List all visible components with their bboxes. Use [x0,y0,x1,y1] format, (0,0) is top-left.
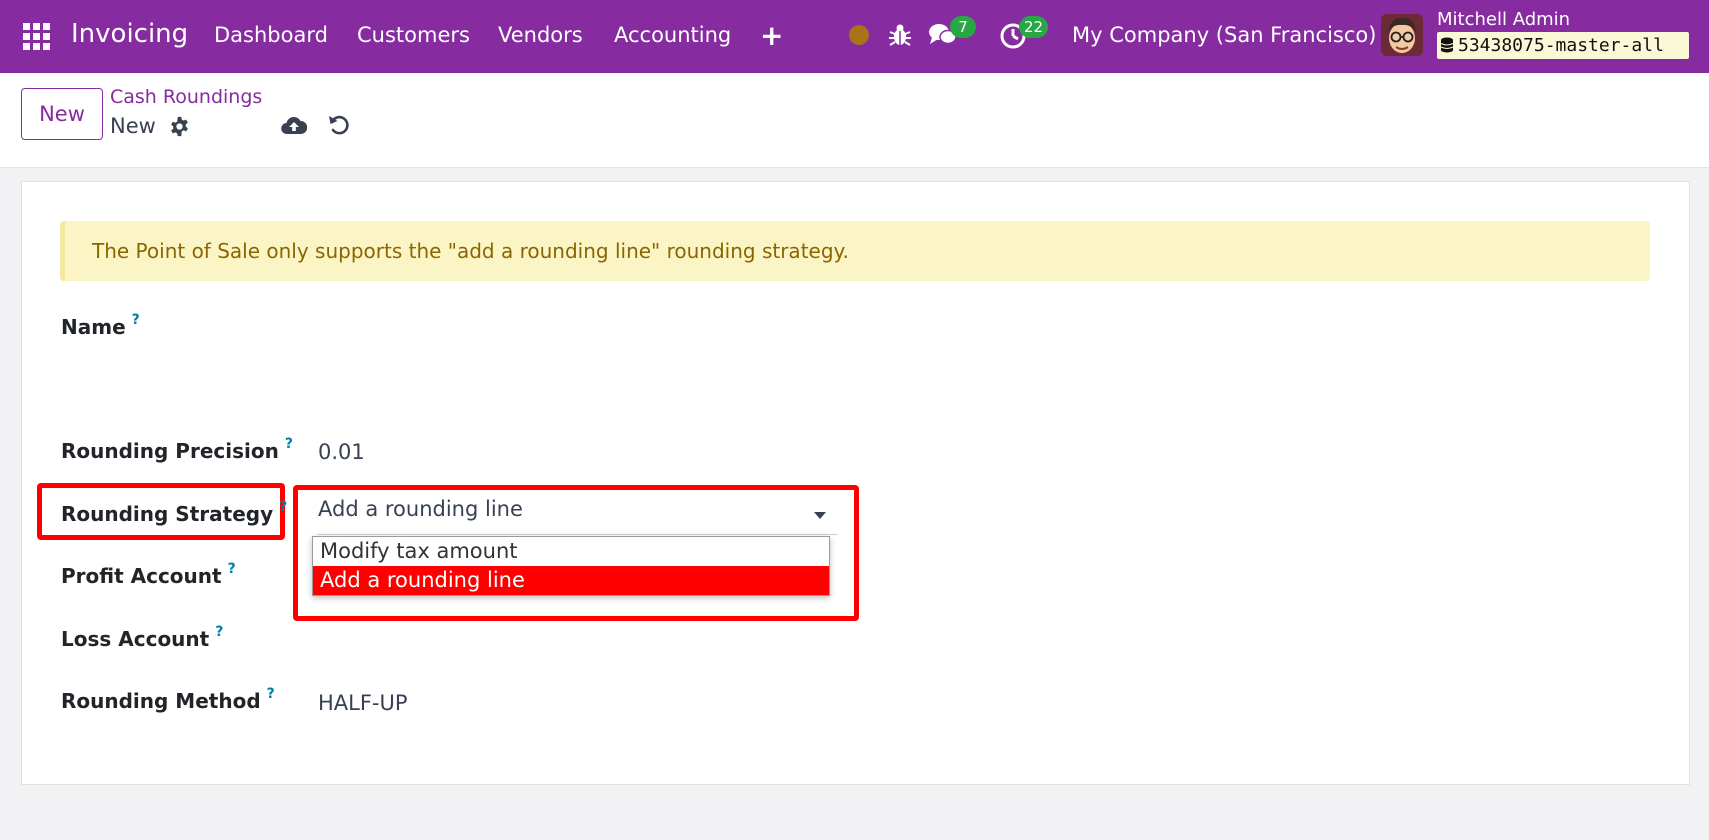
caret-down-icon[interactable] [814,512,826,519]
loss-account-label: Loss Account? [61,624,223,651]
rounding-strategy-label-text: Rounding Strategy [61,502,274,526]
user-avatar[interactable] [1381,14,1423,56]
new-button[interactable]: New [21,88,103,140]
activities-badge: 22 [1019,16,1049,38]
plus-icon[interactable]: + [760,19,783,52]
rounding-method-label: Rounding Method? [61,686,275,713]
bug-icon[interactable] [888,22,912,48]
rounding-method-select[interactable]: HALF-UP [318,691,408,715]
status-dot[interactable] [849,25,869,45]
database-tag: 53438075-master-all [1437,32,1689,59]
company-switcher[interactable]: My Company (San Francisco) [1072,23,1376,47]
help-icon[interactable]: ? [285,436,293,452]
help-icon[interactable]: ? [267,686,275,702]
rounding-precision-input[interactable]: 0.01 [318,440,365,464]
help-icon[interactable]: ? [215,624,223,640]
apps-grid-icon[interactable] [23,23,51,51]
breadcrumb-current-record: New [110,114,156,138]
help-icon[interactable]: ? [279,499,287,515]
nav-item-vendors[interactable]: Vendors [498,23,583,47]
cloud-upload-icon[interactable] [281,114,307,136]
rounding-precision-label-text: Rounding Precision [61,439,279,463]
database-name: 53438075-master-all [1458,35,1664,56]
rounding-precision-label: Rounding Precision? [61,436,293,463]
user-name[interactable]: Mitchell Admin [1437,9,1570,30]
option-modify-tax-amount[interactable]: Modify tax amount [313,537,829,566]
option-add-rounding-line[interactable]: Add a rounding line [313,566,829,595]
help-icon[interactable]: ? [132,312,140,328]
loss-account-label-text: Loss Account [61,627,210,651]
messages-badge: 7 [950,16,976,38]
rounding-strategy-select[interactable]: Add a rounding line [318,497,838,535]
profit-account-label: Profit Account? [61,561,236,588]
gear-icon[interactable] [169,116,190,137]
rounding-strategy-selected-value: Add a rounding line [318,497,523,521]
rounding-strategy-label: Rounding Strategy? [61,499,287,526]
discard-undo-icon[interactable] [327,113,351,137]
nav-item-customers[interactable]: Customers [357,23,470,47]
nav-item-dashboard[interactable]: Dashboard [214,23,328,47]
rounding-strategy-dropdown: Modify tax amount Add a rounding line [312,536,830,596]
pos-rounding-alert: The Point of Sale only supports the "add… [60,221,1650,281]
name-label: Name? [61,312,140,339]
help-icon[interactable]: ? [228,561,236,577]
control-panel: New Cash Roundings New [0,73,1709,168]
breadcrumb-cash-roundings[interactable]: Cash Roundings [110,86,262,108]
database-icon [1440,37,1454,53]
app-title[interactable]: Invoicing [71,19,188,49]
avatar-face-icon [1381,14,1423,56]
nav-item-accounting[interactable]: Accounting [614,23,731,47]
top-navbar: Invoicing Dashboard Customers Vendors Ac… [0,0,1709,73]
rounding-method-label-text: Rounding Method [61,689,261,713]
profit-account-label-text: Profit Account [61,564,222,588]
name-label-text: Name [61,315,126,339]
